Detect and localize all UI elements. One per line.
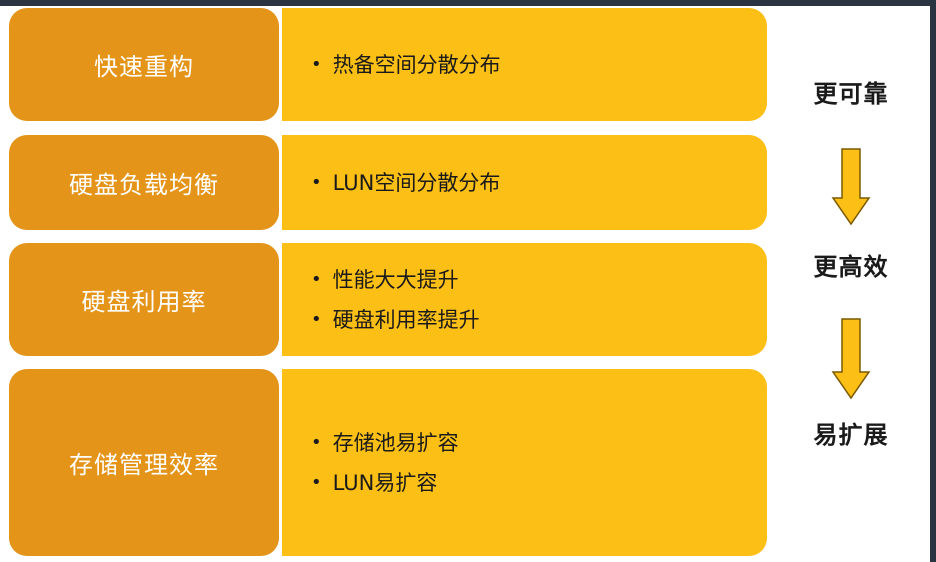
feature-row-management-efficiency: 存储管理效率 • 存储池易扩容 • LUN易扩容 xyxy=(9,369,767,556)
detail-bullet: • 热备空间分散分布 xyxy=(311,45,767,85)
bullet-text: 存储池易扩容 xyxy=(332,430,459,455)
benefit-label-efficient: 更高效 xyxy=(813,253,889,281)
feature-detail-box: • 热备空间分散分布 xyxy=(282,8,767,121)
feature-label-box: 硬盘负载均衡 xyxy=(9,135,279,230)
detail-bullet: • 存储池易扩容 xyxy=(311,423,767,463)
benefit-flow: 更可靠 更高效 易扩展 xyxy=(772,0,930,562)
detail-bullet: • LUN易扩容 xyxy=(311,463,767,503)
feature-row-disk-utilization: 硬盘利用率 • 性能大大提升 • 硬盘利用率提升 xyxy=(9,243,767,356)
feature-label: 快速重构 xyxy=(94,53,194,81)
bullet-dot: • xyxy=(311,53,322,75)
feature-row-fast-rebuild: 快速重构 • 热备空间分散分布 xyxy=(9,8,767,121)
bullet-text: LUN空间分散分布 xyxy=(332,170,501,195)
bullet-dot: • xyxy=(311,471,322,493)
bullet-text: LUN易扩容 xyxy=(332,470,438,495)
benefit-label-scalable: 易扩展 xyxy=(813,421,889,449)
feature-label-box: 快速重构 xyxy=(9,8,279,121)
bullet-dot: • xyxy=(311,268,322,290)
down-arrow-icon xyxy=(831,148,871,226)
feature-detail-box: • 存储池易扩容 • LUN易扩容 xyxy=(282,369,767,556)
detail-bullet: • 硬盘利用率提升 xyxy=(311,300,767,340)
bullet-text: 热备空间分散分布 xyxy=(332,52,501,77)
window-frame-right xyxy=(930,0,936,562)
detail-bullet: • 性能大大提升 xyxy=(311,260,767,300)
feature-label: 硬盘利用率 xyxy=(81,288,207,316)
benefit-label-reliable: 更可靠 xyxy=(813,80,889,108)
feature-detail-box: • 性能大大提升 • 硬盘利用率提升 xyxy=(282,243,767,356)
bullet-dot: • xyxy=(311,431,322,453)
feature-detail-box: • LUN空间分散分布 xyxy=(282,135,767,230)
detail-bullet: • LUN空间分散分布 xyxy=(311,163,767,203)
feature-label: 存储管理效率 xyxy=(69,451,219,479)
feature-row-load-balance: 硬盘负载均衡 • LUN空间分散分布 xyxy=(9,135,767,230)
bullet-text: 硬盘利用率提升 xyxy=(332,307,480,332)
down-arrow-icon xyxy=(831,318,871,400)
feature-label-box: 存储管理效率 xyxy=(9,369,279,556)
feature-label: 硬盘负载均衡 xyxy=(69,171,219,199)
bullet-text: 性能大大提升 xyxy=(332,267,459,292)
bullet-dot: • xyxy=(311,308,322,330)
bullet-dot: • xyxy=(311,171,322,193)
feature-label-box: 硬盘利用率 xyxy=(9,243,279,356)
